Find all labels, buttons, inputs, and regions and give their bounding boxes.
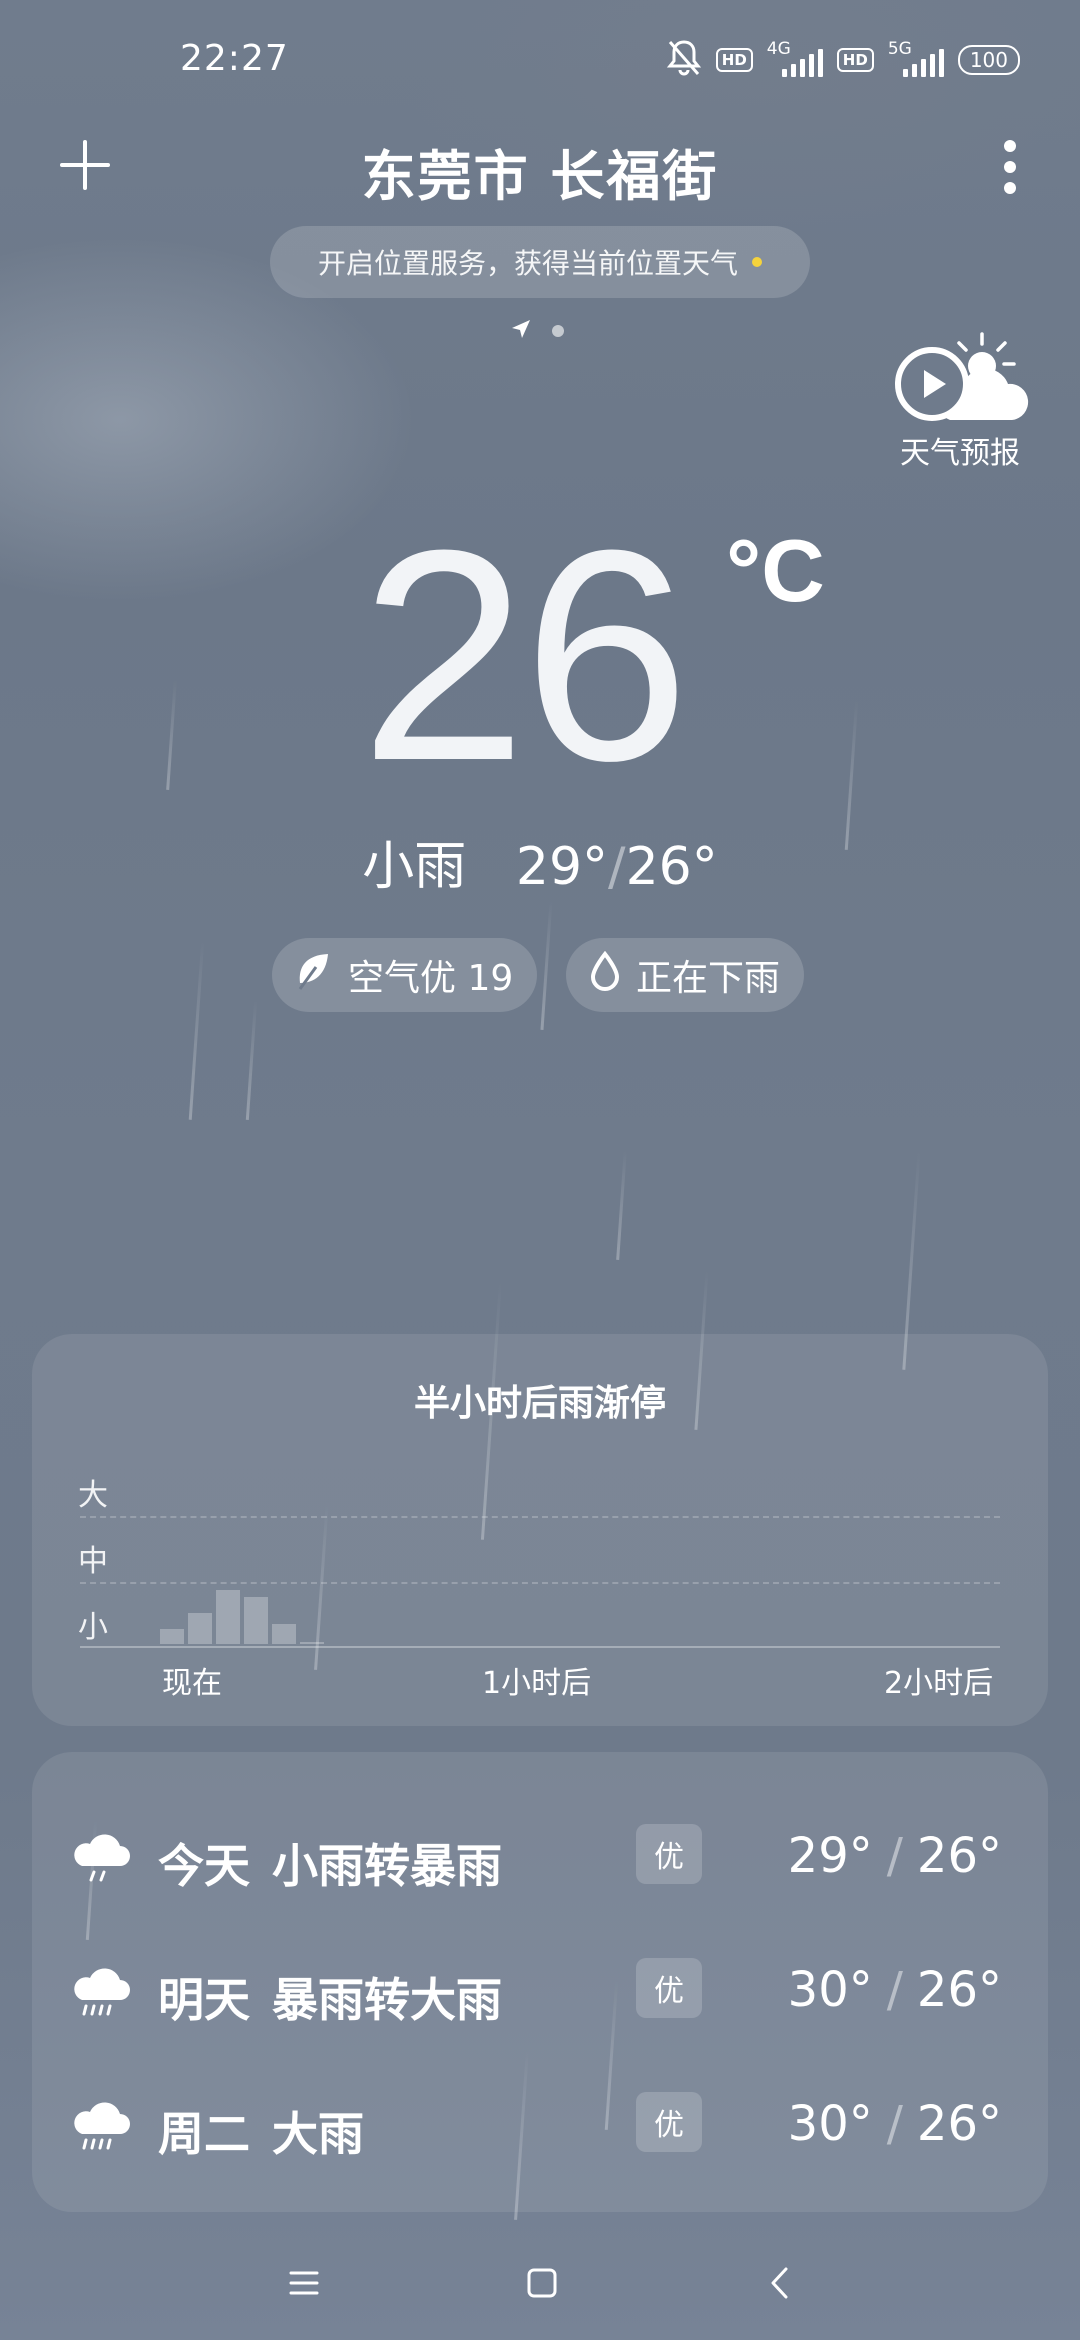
more-options-button[interactable] (1000, 140, 1020, 194)
level-light: 小 (78, 1610, 108, 1645)
location-prompt-text: 开启位置服务，获得当前位置天气 (317, 247, 738, 280)
home-button[interactable] (512, 2258, 572, 2308)
air-quality-chip[interactable]: 空气优 19 (272, 938, 538, 1012)
day-temp-range: 29°/26° (787, 1828, 1002, 1884)
precipitation-bar (300, 1642, 324, 1644)
day-condition: 大雨 (272, 2107, 364, 2161)
day-condition: 暴雨转大雨 (272, 1973, 502, 2027)
heavy-rain-icon (72, 2096, 132, 2156)
precipitation-bars (160, 1546, 1000, 1644)
day-name: 明天 (158, 1973, 250, 2027)
recent-apps-button[interactable] (274, 2258, 334, 2308)
x-label-2h: 2小时后 (884, 1666, 994, 1701)
current-condition: 小雨 (362, 837, 467, 897)
hd-badge: HD (715, 48, 753, 72)
light-rain-icon (72, 1828, 132, 1888)
precipitation-title: 半小时后雨渐停 (413, 1383, 666, 1424)
heavy-rain-icon (72, 1962, 132, 2022)
chart-baseline (80, 1646, 1000, 1648)
weather-forecast-label[interactable]: 天气预报 (880, 428, 1040, 472)
aqi-badge: 优 (636, 2092, 702, 2152)
condition-summary: 小雨 29°/26° (0, 824, 1080, 899)
water-drop-icon (590, 950, 620, 1000)
rain-status-chip[interactable]: 正在下雨 (566, 938, 805, 1012)
mute-bell-icon (666, 38, 702, 82)
day-name: 周二 (158, 2107, 250, 2161)
day-temp-range: 30°/26° (787, 2096, 1002, 2152)
rain-status-text: 正在下雨 (636, 958, 781, 999)
precipitation-bar (272, 1624, 296, 1644)
daily-row-today[interactable]: 今天 小雨转暴雨 优 29°/26° (72, 1806, 1002, 1906)
daily-row-tomorrow[interactable]: 明天 暴雨转大雨 优 30°/26° (72, 1940, 1002, 2040)
precipitation-bar (188, 1613, 212, 1644)
low-temp: 26° (625, 837, 718, 897)
city-title[interactable]: 东莞市 长福街 (0, 132, 1080, 211)
temp-separator: / (608, 837, 626, 897)
notification-dot (752, 257, 762, 267)
hd-badge: HD (836, 48, 874, 72)
aqi-badge: 优 (636, 1958, 702, 2018)
level-heavy: 大 (78, 1478, 108, 1513)
enable-location-banner[interactable]: 开启位置服务，获得当前位置天气 (270, 226, 810, 298)
back-chevron-icon (771, 2267, 788, 2299)
signal-5g-icon: 5G (888, 39, 944, 79)
status-time: 22:27 (180, 38, 289, 79)
grid-line-heavy (80, 1516, 1000, 1518)
day-temp-range: 30°/26° (787, 1962, 1002, 2018)
square-icon (527, 2268, 557, 2298)
page-dot (552, 325, 564, 337)
precipitation-bar (244, 1597, 268, 1644)
x-label-1h: 1小时后 (482, 1666, 592, 1701)
menu-icon (289, 2271, 319, 2295)
day-name: 今天 (158, 1839, 250, 1893)
air-quality-text: 空气优 19 (348, 958, 514, 999)
play-sun-cloud-icon (895, 332, 1029, 421)
aqi-badge: 优 (636, 1824, 702, 1884)
precipitation-bar (160, 1629, 184, 1644)
day-condition: 小雨转暴雨 (272, 1839, 502, 1893)
battery-indicator: 100 (957, 45, 1020, 75)
leaf-icon (296, 951, 332, 1000)
precipitation-bar (216, 1590, 240, 1644)
signal-4g-icon: 4G (767, 39, 823, 79)
location-arrow-icon (510, 318, 532, 344)
page-indicator (510, 318, 564, 344)
x-label-now: 现在 (162, 1666, 222, 1701)
daily-row-tuesday[interactable]: 周二 大雨 优 30°/26° (72, 2074, 1002, 2174)
temperature-unit: °C (726, 521, 825, 620)
current-temperature: 26 (360, 487, 690, 823)
status-icons: HD 4G HD 5G 100 (666, 38, 1020, 82)
back-button[interactable] (750, 2258, 810, 2308)
high-temp: 29° (515, 837, 609, 897)
level-medium: 中 (78, 1544, 108, 1579)
